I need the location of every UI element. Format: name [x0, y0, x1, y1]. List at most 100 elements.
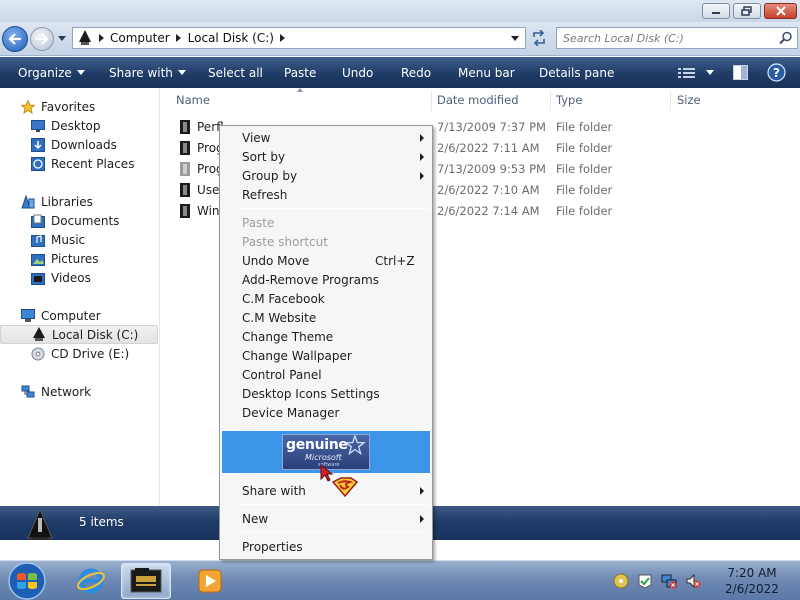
menu-item-sort-by[interactable]: Sort by: [222, 147, 430, 166]
nav-documents[interactable]: Documents: [0, 211, 158, 230]
column-divider[interactable]: [670, 91, 671, 111]
refresh-button[interactable]: [528, 28, 550, 48]
close-button[interactable]: [764, 3, 797, 19]
maximize-button[interactable]: [733, 3, 761, 19]
menu-item-cm-website[interactable]: C.M Website: [222, 308, 430, 327]
column-header-date[interactable]: Date modified: [437, 93, 519, 109]
menu-item-change-theme[interactable]: Change Theme: [222, 327, 430, 346]
title-bar: [0, 0, 800, 22]
breadcrumb-separator-icon[interactable]: [173, 29, 185, 47]
nav-libraries[interactable]: Libraries: [0, 192, 158, 211]
volume-icon[interactable]: [684, 572, 702, 590]
breadcrumb-computer[interactable]: Computer: [107, 31, 173, 45]
pictures-icon: [30, 251, 46, 267]
item-count: 5 items: [79, 515, 124, 529]
menu-item-desktop-icons-settings[interactable]: Desktop Icons Settings: [222, 384, 430, 403]
nav-recent-places[interactable]: Recent Places: [0, 154, 158, 173]
media-player-icon: [198, 569, 222, 593]
nav-local-disk[interactable]: Local Disk (C:): [0, 325, 158, 344]
column-header-name[interactable]: Name: [176, 93, 210, 109]
organize-button[interactable]: Organize: [18, 57, 85, 88]
recent-pages-button[interactable]: [56, 33, 68, 45]
nav-network[interactable]: Network: [0, 382, 158, 401]
breadcrumb-separator-icon[interactable]: [95, 29, 107, 47]
music-icon: [30, 232, 46, 248]
nav-cd-drive[interactable]: CD Drive (E:): [0, 344, 158, 363]
menu-item-properties[interactable]: Properties: [222, 537, 430, 556]
nav-pictures[interactable]: Pictures: [0, 249, 158, 268]
restore-icon: [741, 6, 752, 16]
column-header-size[interactable]: Size: [677, 93, 701, 109]
start-button[interactable]: [3, 561, 51, 600]
nav-desktop[interactable]: Desktop: [0, 116, 158, 135]
documents-icon: [30, 213, 46, 229]
breadcrumb-separator-icon[interactable]: [277, 29, 289, 47]
folder-icon: [180, 120, 190, 134]
submenu-arrow-icon: [420, 153, 424, 161]
action-center-icon[interactable]: [636, 572, 654, 590]
menu-item-cm-facebook[interactable]: C.M Facebook: [222, 289, 430, 308]
menu-item-new[interactable]: New: [222, 509, 430, 528]
help-button[interactable]: ?: [767, 63, 786, 82]
breadcrumb[interactable]: Computer Local Disk (C:): [72, 27, 526, 49]
forward-button[interactable]: [30, 27, 54, 51]
menu-item-view[interactable]: View: [222, 128, 430, 147]
chevron-down-icon: [511, 35, 519, 41]
breadcrumb-local-disk[interactable]: Local Disk (C:): [185, 31, 277, 45]
refresh-icon: [533, 30, 545, 46]
menu-item-device-manager[interactable]: Device Manager: [222, 403, 430, 422]
taskbar-internet-explorer[interactable]: [66, 563, 116, 599]
menu-item-refresh[interactable]: Refresh: [222, 185, 430, 204]
menu-item-add-remove-programs[interactable]: Add-Remove Programs: [222, 270, 430, 289]
column-header-type[interactable]: Type: [556, 93, 582, 109]
column-divider[interactable]: [550, 91, 551, 111]
search-field[interactable]: [556, 27, 798, 49]
address-row: Computer Local Disk (C:): [0, 22, 800, 56]
column-divider[interactable]: [431, 91, 432, 111]
chevron-down-icon: [76, 70, 85, 75]
minimize-icon: [712, 12, 720, 14]
nav-music[interactable]: Music: [0, 230, 158, 249]
network-status-icon[interactable]: [660, 572, 678, 590]
cd-drive-icon: [30, 346, 46, 362]
system-tray: [612, 568, 708, 594]
libraries-icon: [20, 194, 36, 210]
address-history-dropdown[interactable]: [507, 30, 523, 46]
nav-computer[interactable]: Computer: [0, 306, 158, 325]
menu-item-undo-move[interactable]: Undo Move Ctrl+Z: [222, 251, 430, 270]
back-button[interactable]: [2, 26, 28, 52]
help-icon: ?: [767, 63, 786, 82]
preview-pane-icon: [733, 65, 748, 80]
internet-explorer-icon: [77, 568, 105, 594]
select-all-button[interactable]: Select all: [208, 57, 263, 88]
redo-button[interactable]: Redo: [401, 57, 431, 88]
search-input[interactable]: [563, 30, 773, 46]
star-icon: [344, 435, 366, 455]
clock[interactable]: 7:20 AM 2/6/2022: [722, 565, 782, 597]
paste-button[interactable]: Paste: [284, 57, 316, 88]
menu-item-change-wallpaper[interactable]: Change Wallpaper: [222, 346, 430, 365]
taskbar-windows-explorer[interactable]: [121, 563, 171, 599]
videos-icon: [30, 270, 46, 286]
menu-item-group-by[interactable]: Group by: [222, 166, 430, 185]
menu-item-paste: Paste: [242, 215, 275, 230]
change-view-button[interactable]: [678, 57, 714, 88]
folder-icon: [180, 183, 190, 197]
nav-videos[interactable]: Videos: [0, 268, 158, 287]
preview-pane-button[interactable]: [733, 65, 748, 80]
tray-disc-icon[interactable]: [612, 572, 630, 590]
nav-favorites[interactable]: Favorites: [0, 97, 158, 116]
minimize-button[interactable]: [702, 3, 730, 19]
search-icon[interactable]: [779, 31, 793, 45]
taskbar-media-player[interactable]: [185, 563, 235, 599]
menu-bar-button[interactable]: Menu bar: [458, 57, 515, 88]
submenu-arrow-icon: [420, 487, 424, 495]
undo-button[interactable]: Undo: [342, 57, 373, 88]
sort-ascending-icon: [297, 88, 303, 92]
share-with-button[interactable]: Share with: [109, 57, 186, 88]
nav-downloads[interactable]: Downloads: [0, 135, 158, 154]
submenu-arrow-icon: [420, 172, 424, 180]
details-pane-button[interactable]: Details pane: [539, 57, 614, 88]
folder-icon: [180, 141, 190, 155]
menu-item-control-panel[interactable]: Control Panel: [222, 365, 430, 384]
